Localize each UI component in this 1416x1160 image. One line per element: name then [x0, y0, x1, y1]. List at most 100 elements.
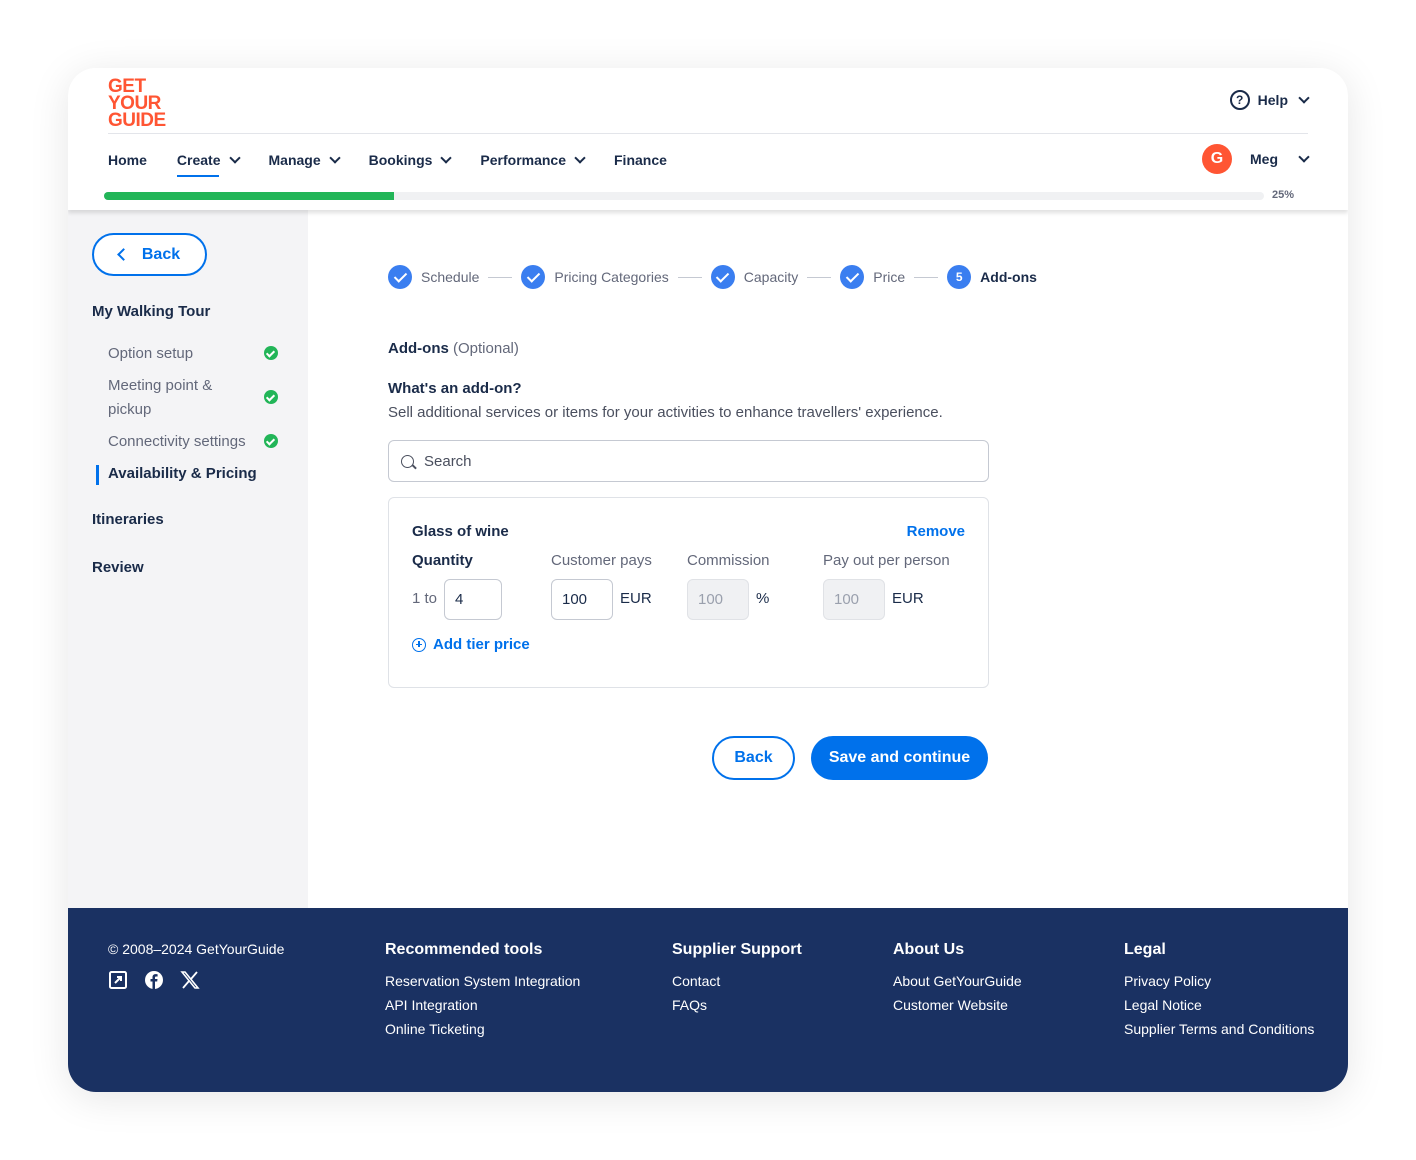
- tour-title: My Walking Tour: [92, 303, 211, 320]
- step-pricing-categories[interactable]: Pricing Categories: [521, 265, 669, 289]
- footer-link[interactable]: FAQs: [672, 993, 802, 1017]
- nav-finance[interactable]: Finance: [614, 150, 667, 170]
- customer-pays-input[interactable]: 100: [551, 579, 613, 620]
- nav-create[interactable]: Create: [176, 150, 241, 177]
- header-divider: [108, 133, 1308, 134]
- back-button[interactable]: Back: [712, 736, 795, 780]
- footer-col-recommended-tools: Recommended tools Reservation System Int…: [385, 941, 580, 1041]
- footer-link[interactable]: Contact: [672, 969, 802, 993]
- nav-performance[interactable]: Performance: [480, 150, 586, 170]
- payout-input: 100: [823, 579, 885, 620]
- sidebar-item-connectivity[interactable]: Connectivity settings: [108, 430, 283, 454]
- check-icon: [710, 265, 735, 289]
- step-connector: [677, 276, 702, 278]
- chevron-down-icon: [440, 152, 453, 164]
- nav-home[interactable]: Home: [108, 150, 147, 170]
- facebook-icon[interactable]: [144, 970, 164, 990]
- commission-unit: %: [756, 590, 770, 607]
- step-label: Schedule: [421, 269, 480, 285]
- step-connector: [488, 276, 513, 278]
- check-icon: [840, 265, 865, 289]
- step-add-ons[interactable]: 5 Add-ons: [947, 265, 1037, 289]
- nav-label: Performance: [480, 152, 566, 168]
- addon-name: Glass of wine: [412, 523, 509, 540]
- question-icon: ?: [1229, 90, 1250, 110]
- quantity-label: Quantity: [412, 552, 473, 569]
- remove-link[interactable]: Remove: [907, 523, 965, 540]
- section-title-text: Add-ons: [388, 340, 449, 357]
- x-icon[interactable]: [180, 970, 200, 990]
- step-label: Add-ons: [980, 269, 1037, 285]
- progress-bar: [104, 192, 1264, 200]
- back-label: Back: [141, 245, 181, 263]
- footer-link[interactable]: API Integration: [385, 993, 580, 1017]
- footer-link[interactable]: Online Ticketing: [385, 1017, 580, 1041]
- footer-link[interactable]: Privacy Policy: [1124, 969, 1314, 993]
- quantity-max-input[interactable]: 4: [444, 579, 502, 620]
- step-label: Pricing Categories: [554, 269, 669, 285]
- nav-manage[interactable]: Manage: [268, 150, 341, 170]
- optional-label: (Optional): [453, 340, 519, 357]
- sidebar-back-button[interactable]: Back: [92, 233, 207, 276]
- sidebar: Back My Walking Tour Option setup Meetin…: [68, 210, 308, 908]
- currency-label: EUR: [620, 590, 652, 607]
- external-link-icon[interactable]: [108, 970, 128, 990]
- social-links: [108, 970, 200, 990]
- nav-label: Bookings: [368, 152, 433, 168]
- sidebar-item-availability-pricing[interactable]: Availability & Pricing: [108, 462, 283, 486]
- step-label: Price: [873, 269, 906, 285]
- logo-line: GUIDE: [108, 110, 166, 131]
- step-price[interactable]: Price: [840, 265, 905, 289]
- footer-link[interactable]: Supplier Terms and Conditions: [1124, 1017, 1314, 1041]
- payout-currency: EUR: [892, 590, 924, 607]
- step-schedule[interactable]: Schedule: [388, 265, 479, 289]
- step-number-badge: 5: [947, 265, 972, 289]
- search-input[interactable]: [424, 452, 964, 470]
- customer-pays-label: Customer pays: [551, 552, 652, 569]
- footer-link[interactable]: Legal Notice: [1124, 993, 1314, 1017]
- chevron-down-icon: [574, 152, 586, 164]
- footer-col-title: Supplier Support: [672, 941, 802, 958]
- sidebar-item-itineraries[interactable]: Itineraries: [92, 511, 164, 528]
- commission-label: Commission: [687, 552, 770, 569]
- stepper: Schedule Pricing Categories Capacity Pri…: [388, 265, 1037, 289]
- payout-label: Pay out per person: [823, 552, 950, 569]
- main-nav: Home Create Manage Bookings Performance …: [108, 150, 697, 177]
- copyright: © 2008–2024 GetYourGuide: [108, 941, 285, 957]
- quantity-prefix: 1 to: [412, 590, 438, 607]
- addon-search[interactable]: [388, 440, 989, 482]
- footer-col-legal: Legal Privacy Policy Legal Notice Suppli…: [1124, 941, 1314, 1041]
- step-capacity[interactable]: Capacity: [710, 265, 798, 289]
- footer-link[interactable]: Customer Website: [893, 993, 1022, 1017]
- main-content: Schedule Pricing Categories Capacity Pri…: [308, 210, 1348, 908]
- check-circle-icon: [264, 346, 278, 360]
- footer-link[interactable]: Reservation System Integration: [385, 969, 580, 993]
- chevron-down-icon: [228, 152, 241, 164]
- sidebar-item-meeting-point[interactable]: Meeting point & pickup: [108, 374, 258, 422]
- user-menu[interactable]: G Meg: [1202, 144, 1310, 174]
- sidebar-item-option-setup[interactable]: Option setup: [108, 342, 283, 366]
- getyourguide-logo[interactable]: GET YOUR GUIDE: [108, 77, 170, 131]
- progress-fill: [104, 192, 394, 200]
- check-circle-icon: [264, 434, 278, 448]
- help-menu[interactable]: ? Help: [1229, 90, 1310, 110]
- app-window: GET YOUR GUIDE ? Help Home Create Manage…: [68, 68, 1348, 1092]
- chevron-down-icon: [1298, 151, 1310, 163]
- footer-col-title: Legal: [1124, 941, 1166, 958]
- top-header: GET YOUR GUIDE ? Help Home Create Manage…: [68, 68, 1348, 210]
- add-tier-price-button[interactable]: Add tier price: [412, 636, 530, 653]
- nav-label: Manage: [268, 152, 321, 168]
- nav-label: Home: [108, 152, 147, 168]
- nav-bookings[interactable]: Bookings: [368, 150, 453, 170]
- save-continue-button[interactable]: Save and continue: [811, 736, 988, 780]
- check-icon: [521, 265, 546, 289]
- addon-card: Glass of wine Remove Quantity Customer p…: [388, 497, 989, 688]
- footer-col-title: About Us: [893, 941, 965, 958]
- active-indicator: [96, 465, 99, 485]
- nav-label: Finance: [614, 152, 667, 168]
- what-description: Sell additional services or items for yo…: [388, 404, 943, 421]
- sidebar-item-review[interactable]: Review: [92, 559, 144, 576]
- section-title: Add-ons (Optional): [388, 340, 519, 357]
- what-title: What's an add-on?: [388, 380, 522, 397]
- footer-link[interactable]: About GetYourGuide: [893, 969, 1022, 993]
